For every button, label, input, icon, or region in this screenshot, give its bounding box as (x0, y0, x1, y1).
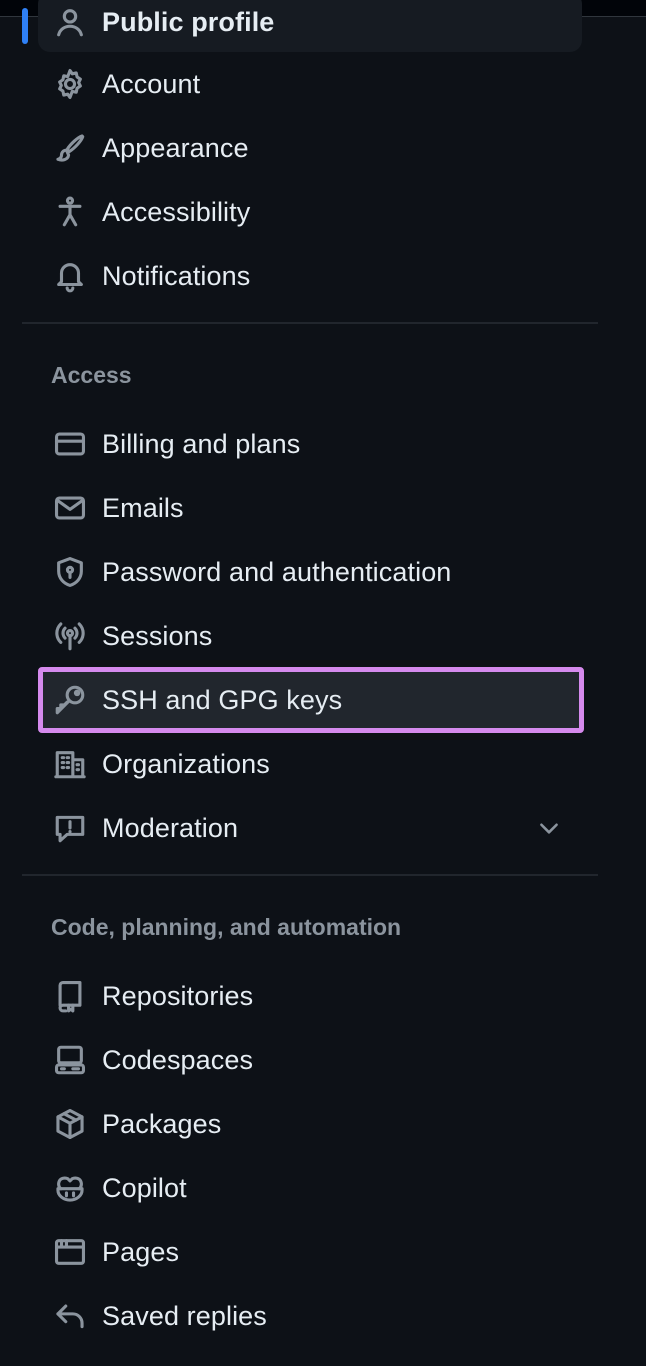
accessibility-icon (52, 194, 88, 230)
sidebar-item-moderation[interactable]: Moderation (38, 798, 582, 858)
sidebar-item-saved-replies[interactable]: Saved replies (38, 1286, 582, 1346)
sidebar-item-label: Copilot (102, 1172, 187, 1203)
credit-card-icon (52, 426, 88, 462)
sidebar-item-copilot[interactable]: Copilot (38, 1158, 582, 1218)
sidebar-item-label: Codespaces (102, 1044, 254, 1075)
sidebar-item-ssh-gpg-keys[interactable]: SSH and GPG keys (38, 667, 584, 733)
key-icon (52, 682, 88, 718)
sidebar-item-label: Billing and plans (102, 428, 301, 459)
organization-icon (52, 746, 88, 782)
chevron-down-icon[interactable] (536, 815, 562, 841)
sidebar-item-label: Saved replies (102, 1300, 267, 1331)
sidebar-item-public-profile[interactable]: Public profile (38, 0, 582, 52)
sidebar-item-notifications[interactable]: Notifications (38, 246, 582, 306)
reply-icon (52, 1298, 88, 1334)
sidebar-item-codespaces[interactable]: Codespaces (38, 1030, 582, 1090)
sidebar-item-sessions[interactable]: Sessions (38, 606, 582, 666)
codespaces-icon (52, 1042, 88, 1078)
section-divider (22, 874, 598, 876)
sidebar-item-label: SSH and GPG keys (102, 684, 343, 715)
sidebar-item-label: Accessibility (102, 196, 251, 227)
sidebar-item-label: Appearance (102, 132, 249, 163)
sidebar-item-billing[interactable]: Billing and plans (38, 414, 582, 474)
section-heading-access: Access (51, 362, 132, 388)
browser-icon (52, 1234, 88, 1270)
repo-icon (52, 978, 88, 1014)
sidebar-item-label: Packages (102, 1108, 222, 1139)
mail-icon (52, 490, 88, 526)
section-divider (22, 322, 598, 324)
sidebar-item-label: Emails (102, 492, 184, 523)
sidebar-item-account[interactable]: Account (38, 54, 582, 114)
sidebar-item-organizations[interactable]: Organizations (38, 734, 582, 794)
report-icon (52, 810, 88, 846)
sidebar-item-label: Repositories (102, 980, 254, 1011)
sidebar-item-label: Password and authentication (102, 556, 452, 587)
sidebar-item-appearance[interactable]: Appearance (38, 118, 582, 178)
sidebar-item-accessibility[interactable]: Accessibility (38, 182, 582, 242)
sidebar-item-label: Moderation (102, 812, 239, 843)
paintbrush-icon (52, 130, 88, 166)
sidebar-item-emails[interactable]: Emails (38, 478, 582, 538)
sidebar-item-password-authentication[interactable]: Password and authentication (38, 542, 582, 602)
bell-icon (52, 258, 88, 294)
sidebar-item-label: Public profile (102, 6, 275, 37)
sidebar-item-label: Pages (102, 1236, 180, 1267)
active-indicator (22, 8, 28, 44)
sidebar-item-label: Organizations (102, 748, 270, 779)
section-heading-code-planning-automation: Code, planning, and automation (51, 914, 402, 940)
sidebar-item-label: Account (102, 68, 201, 99)
sidebar-item-packages[interactable]: Packages (38, 1094, 582, 1154)
copilot-icon (52, 1170, 88, 1206)
sidebar-item-label: Notifications (102, 260, 251, 291)
package-icon (52, 1106, 88, 1142)
gear-icon (52, 66, 88, 102)
shield-lock-icon (52, 554, 88, 590)
person-icon (52, 4, 88, 40)
broadcast-icon (52, 618, 88, 654)
sidebar-item-pages[interactable]: Pages (38, 1222, 582, 1282)
sidebar-item-repositories[interactable]: Repositories (38, 966, 582, 1026)
sidebar-item-label: Sessions (102, 620, 213, 651)
